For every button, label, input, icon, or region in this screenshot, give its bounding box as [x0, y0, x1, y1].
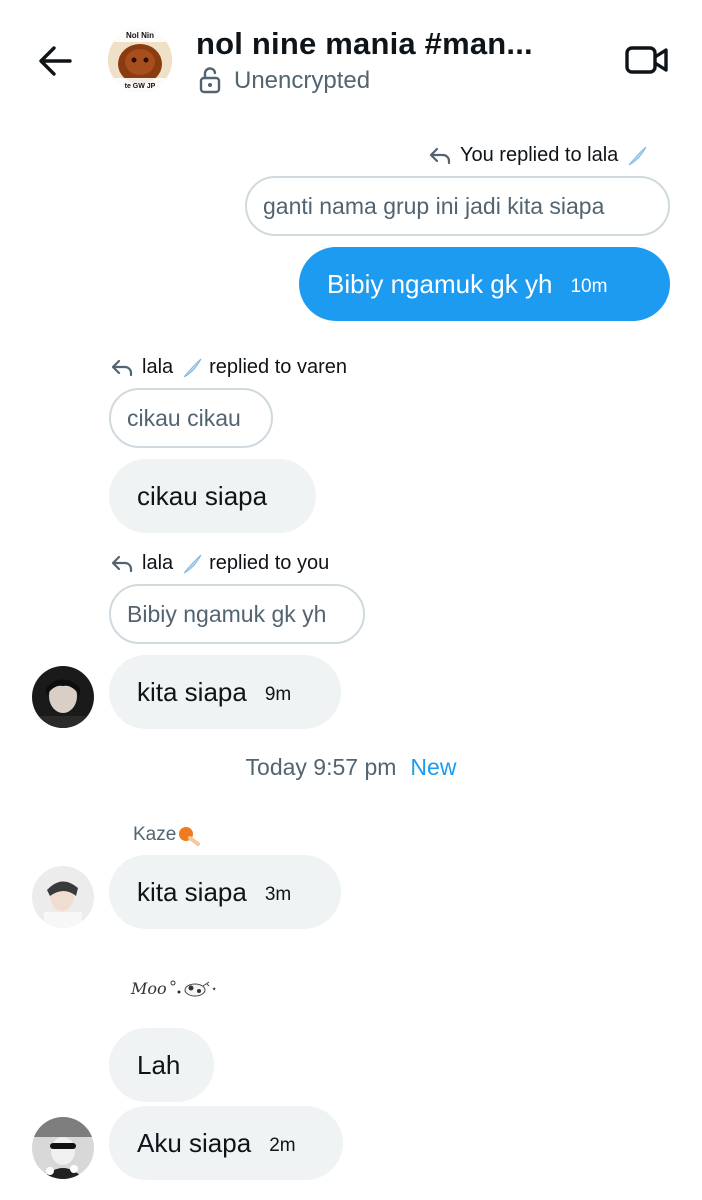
message-text: Lah: [137, 1049, 181, 1080]
date-divider: Today 9:57 pm New: [0, 754, 702, 781]
reply-target: replied to varen: [209, 356, 348, 378]
sender-name-text: Kaze: [133, 824, 177, 845]
divider-datetime: Today 9:57 pm: [245, 754, 397, 780]
message-text: kita siapa: [137, 676, 247, 707]
message-bubble-incoming[interactable]: Lah: [109, 1028, 214, 1102]
message-text: kita siapa: [137, 876, 247, 907]
chat-header: Nol Nin te GW JP nol nine mania #man... …: [0, 0, 702, 112]
message-time: 2m: [269, 1135, 296, 1156]
message-bubble-outgoing[interactable]: Bibiy ngamuk gk yh 10m: [299, 247, 670, 321]
conversation-title[interactable]: nol nine mania #man...: [196, 26, 533, 62]
feather-icon: [183, 554, 202, 573]
sender-name: Moo ⋆: [131, 976, 219, 1000]
quoted-message[interactable]: cikau cikau: [109, 388, 273, 448]
sender-name: Kaze: [133, 824, 201, 846]
reply-context: lala replied to you: [110, 552, 329, 575]
svg-text:⋆: ⋆: [211, 984, 217, 995]
unlock-icon: [199, 67, 221, 94]
new-messages-label: New: [410, 754, 457, 780]
reply-arrow-icon: [111, 359, 133, 376]
message-text: Aku siapa: [137, 1127, 252, 1158]
avatar[interactable]: [32, 866, 94, 928]
reply-context: You replied to lala: [428, 144, 654, 167]
quoted-message[interactable]: Bibiy ngamuk gk yh: [109, 584, 365, 644]
message-time: 10m: [570, 276, 608, 297]
video-call-button[interactable]: [624, 40, 670, 80]
back-arrow-icon: [39, 46, 72, 76]
feather-icon: [183, 358, 202, 377]
orange-emoji-icon: [179, 827, 201, 846]
message-time: 9m: [264, 684, 292, 705]
feather-icon: [628, 146, 647, 165]
avatar-text-bottom: te GW JP: [125, 83, 156, 90]
sender-name-text: Moo: [131, 978, 167, 998]
reply-target: replied to you: [209, 552, 330, 574]
group-avatar[interactable]: Nol Nin te GW JP: [108, 28, 172, 92]
reply-arrow-icon: [429, 147, 451, 164]
encryption-status: Unencrypted: [234, 67, 371, 94]
reply-sender: lala: [142, 356, 174, 378]
avatar[interactable]: [32, 1117, 94, 1179]
message-time: 3m: [264, 884, 292, 905]
avatar-text-top: Nol Nin: [126, 31, 154, 40]
message-bubble-incoming[interactable]: cikau siapa: [109, 459, 316, 533]
quoted-message[interactable]: ganti nama grup ini jadi kita siapa: [245, 176, 670, 236]
back-button[interactable]: [34, 40, 76, 82]
message-bubble-incoming[interactable]: Aku siapa 2m: [109, 1106, 343, 1180]
cow-emoji-icon: ⋆: [170, 980, 217, 997]
message-bubble-incoming[interactable]: kita siapa 3m: [109, 855, 341, 929]
message-bubble-incoming[interactable]: kita siapa 9m: [109, 655, 341, 729]
video-call-icon: [625, 46, 668, 74]
avatar[interactable]: [32, 666, 94, 728]
reply-arrow-icon: [111, 555, 133, 572]
message-text: cikau siapa: [137, 480, 268, 511]
message-text: Bibiy ngamuk gk yh: [327, 268, 553, 299]
reply-context-text: You replied to lala: [460, 144, 619, 166]
reply-sender: lala: [142, 552, 174, 574]
reply-context: lala replied to varen: [110, 356, 347, 379]
